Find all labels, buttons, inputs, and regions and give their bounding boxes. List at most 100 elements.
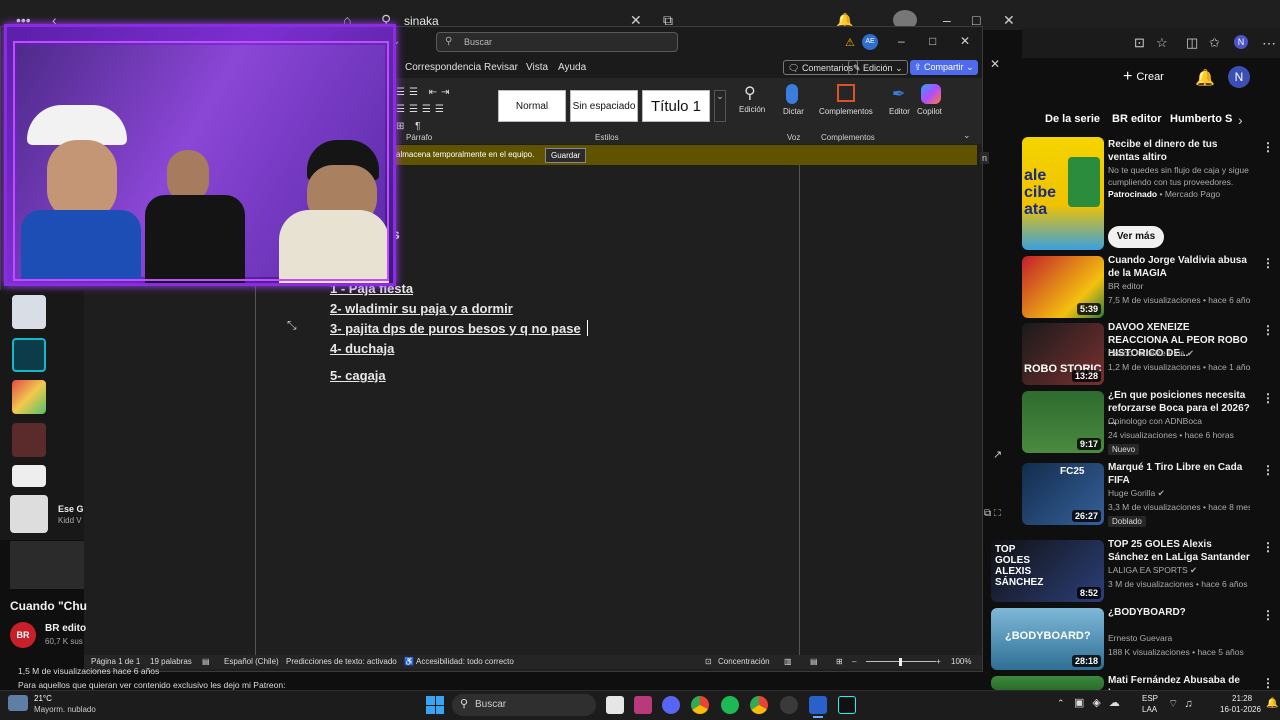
video-thumbnail[interactable]: ROBO STORIC 13:28: [1022, 323, 1104, 385]
yt-avatar[interactable]: N: [1228, 66, 1250, 88]
profile-avatar[interactable]: N: [1234, 35, 1248, 49]
taskbar-word-icon[interactable]: [809, 696, 827, 714]
accessibility-icon[interactable]: ♿: [404, 657, 414, 666]
watch-video-thumb[interactable]: [10, 541, 84, 589]
video-thumbnail[interactable]: FC25 26:27: [1022, 463, 1104, 525]
word-minimize-icon[interactable]: –: [898, 34, 905, 48]
tray-chevron-icon[interactable]: ⌃: [1057, 698, 1065, 709]
notification-center-icon[interactable]: 🔔: [1266, 698, 1278, 709]
collapse-ribbon-icon[interactable]: ⌄: [963, 130, 971, 141]
open-external-icon[interactable]: ↗: [993, 448, 1002, 461]
create-button[interactable]: + Crear: [1123, 67, 1183, 87]
word-user-avatar[interactable]: AE: [862, 34, 878, 50]
miniplayer-icon[interactable]: ⧉ ⛶: [984, 508, 1001, 519]
taskbar-chrome2-icon[interactable]: [750, 696, 768, 714]
styles-more-icon[interactable]: ⌄: [714, 90, 726, 122]
video-thumbnail[interactable]: 5:39: [1022, 256, 1104, 318]
save-button[interactable]: Guardar: [545, 148, 587, 163]
ad-title[interactable]: Recibe el dinero de tus ventas altiro: [1108, 138, 1250, 164]
tab-vista[interactable]: Vista: [526, 62, 548, 73]
focus-icon[interactable]: ⊡: [705, 657, 712, 666]
editing-mode-button[interactable]: ✎ Edición ⌄: [848, 60, 908, 75]
web-layout-icon[interactable]: ⊞: [836, 657, 843, 666]
favorites-icon[interactable]: ✩: [1209, 35, 1220, 51]
copilot-icon[interactable]: [921, 84, 941, 104]
lang-laa[interactable]: LAA: [1142, 705, 1157, 714]
weather-icon[interactable]: [8, 695, 28, 711]
taskbar-spotify-icon[interactable]: [721, 696, 739, 714]
video-thumbnail[interactable]: TOP GOLES ALEXIS SÁNCHEZ 8:52: [991, 540, 1104, 602]
video-menu-icon[interactable]: ⋮: [1262, 463, 1274, 477]
channel-avatar[interactable]: BR: [10, 622, 36, 648]
word-close-icon[interactable]: ✕: [960, 34, 970, 48]
clock-time[interactable]: 21:28: [1232, 694, 1252, 703]
browser-more-icon[interactable]: ⋯: [1262, 35, 1276, 52]
doc-line-2[interactable]: 2- wladimir su paja y a dormir: [330, 301, 513, 316]
taskbar-discord-icon[interactable]: [662, 696, 680, 714]
word-search-box[interactable]: ⚲ Buscar: [436, 32, 678, 52]
chip-humberto[interactable]: Humberto S: [1170, 113, 1232, 125]
weather-temp[interactable]: 21°C: [34, 694, 52, 703]
status-focus[interactable]: Concentración: [718, 657, 770, 666]
addins-grid-icon[interactable]: [837, 84, 855, 102]
paragraph-controls[interactable]: ☰☰ ⇤⇥ ☰☰☰☰ ⊞ ¶: [396, 84, 482, 132]
tray-icons[interactable]: ▣◈☁: [1074, 696, 1128, 709]
cast-icon[interactable]: ⊡: [1134, 35, 1145, 51]
doc-line-5[interactable]: 5- cagaja: [330, 368, 386, 383]
split-icon[interactable]: ◫: [1186, 35, 1198, 51]
start-button[interactable]: [426, 696, 444, 714]
dictate-mic-icon[interactable]: [786, 84, 798, 104]
status-accessibility[interactable]: Accesibilidad: todo correcto: [416, 657, 514, 666]
weather-desc[interactable]: Mayorm. nublado: [34, 705, 96, 714]
status-words[interactable]: 19 palabras: [150, 657, 192, 666]
favorite-star-icon[interactable]: ☆: [1156, 35, 1168, 51]
style-no-spacing[interactable]: Sin espaciado: [570, 90, 638, 122]
video-menu-icon[interactable]: ⋮: [1262, 391, 1274, 405]
video-channel[interactable]: Opinologo con ADNBoca: [1108, 415, 1250, 427]
video-menu-icon[interactable]: ⋮: [1262, 256, 1274, 270]
doc-line-4[interactable]: 4- duchaja: [330, 341, 394, 356]
mini-player-thumb[interactable]: [10, 495, 48, 533]
video-menu-icon[interactable]: ⋮: [1262, 323, 1274, 337]
video-channel[interactable]: Ernesto Guevara: [1108, 632, 1250, 644]
ad-cta-button[interactable]: Ver más: [1108, 226, 1164, 248]
video-channel[interactable]: Davoo Xeneize Plus ✔: [1108, 347, 1250, 359]
proofing-icon[interactable]: ▤: [202, 657, 210, 666]
clock-date[interactable]: 16-01-2026: [1220, 705, 1261, 714]
video-channel[interactable]: BR editor: [1108, 280, 1250, 292]
video-menu-icon[interactable]: ⋮: [1262, 540, 1274, 554]
share-button[interactable]: ⇪ Compartir ⌄: [910, 60, 978, 75]
zoom-in-icon[interactable]: +: [936, 657, 941, 666]
strip-thumb-1[interactable]: [12, 295, 46, 329]
chip-next-icon[interactable]: ›: [1238, 112, 1243, 128]
video-title[interactable]: Marqué 1 Tiro Libre en Cada FIFA: [1108, 461, 1250, 487]
editor-label[interactable]: Editor: [889, 107, 910, 116]
read-mode-icon[interactable]: ▥: [784, 657, 792, 666]
addins-label[interactable]: Complementos: [819, 107, 873, 116]
ad-menu-icon[interactable]: ⋮: [1262, 140, 1274, 154]
print-layout-icon[interactable]: ▤: [810, 657, 818, 666]
copilot-label[interactable]: Copilot: [917, 107, 942, 116]
zoom-out-icon[interactable]: –: [852, 657, 856, 666]
strip-thumb-4[interactable]: [12, 423, 46, 457]
style-normal[interactable]: Normal: [498, 90, 566, 122]
comments-button[interactable]: 🗨 Comentarios: [783, 60, 858, 75]
chip-br-editor[interactable]: BR editor: [1112, 113, 1162, 125]
status-page[interactable]: Página 1 de 1: [91, 657, 140, 666]
video-thumbnail[interactable]: [991, 676, 1104, 690]
editor-pen-icon[interactable]: ✒: [892, 84, 905, 104]
warning-icon[interactable]: ⚠: [845, 36, 855, 49]
watch-channel-name[interactable]: BR edito: [45, 623, 86, 634]
status-language[interactable]: Español (Chile): [224, 657, 279, 666]
taskbar-task-view-icon[interactable]: [606, 696, 624, 714]
notifications-bell-icon[interactable]: 🔔: [1195, 68, 1215, 88]
strip-thumb-3[interactable]: [12, 380, 46, 414]
style-heading1[interactable]: Título 1: [642, 90, 710, 122]
video-channel[interactable]: LALIGA EA SPORTS ✔: [1108, 564, 1250, 576]
yt-close-icon[interactable]: ✕: [990, 57, 1000, 71]
video-thumbnail[interactable]: 9:17: [1022, 391, 1104, 453]
tab-revisar[interactable]: Revisar: [484, 62, 518, 73]
taskbar-search[interactable]: ⚲ Buscar: [452, 694, 596, 716]
status-predictions[interactable]: Predicciones de texto: activado: [286, 657, 397, 666]
ad-thumbnail[interactable]: ale cibe ata: [1022, 137, 1104, 250]
